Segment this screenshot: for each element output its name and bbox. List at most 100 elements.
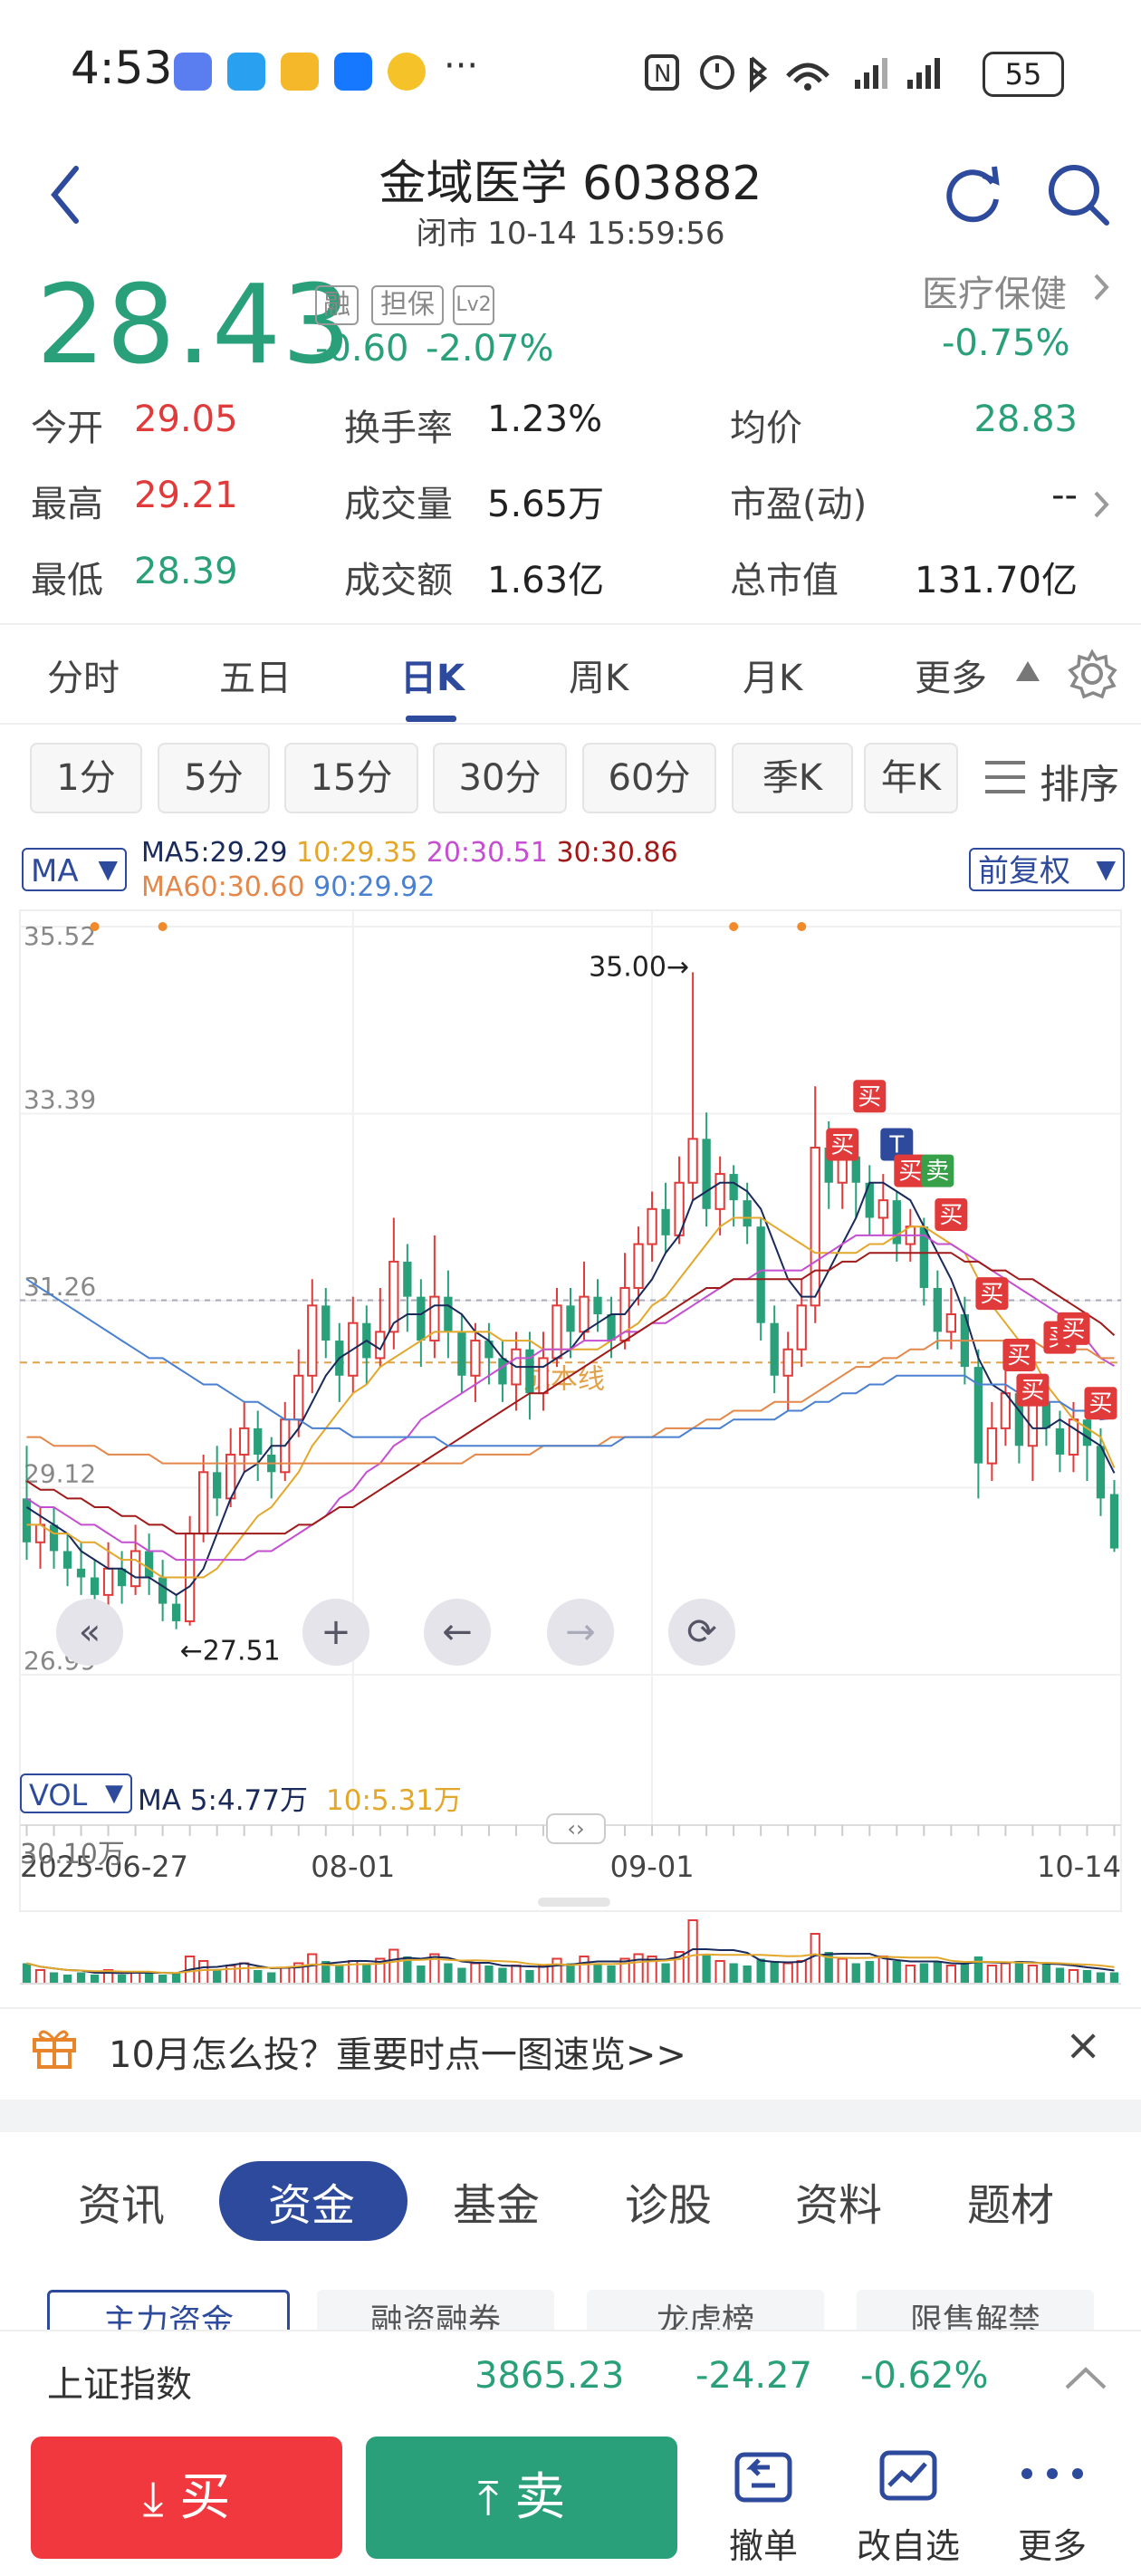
volume-bar <box>782 1962 793 1985</box>
tab-five-day[interactable]: 五日 <box>219 649 292 701</box>
chevron-right-icon[interactable] <box>1092 489 1110 520</box>
candle-body <box>239 1427 250 1456</box>
watchlist-icon[interactable] <box>877 2446 940 2509</box>
buy-button[interactable]: ⤓ 买 <box>31 2437 342 2559</box>
subtab-unlock[interactable]: 限售解禁 <box>857 2290 1094 2330</box>
alipay-notification-icon <box>334 53 372 91</box>
sell-button[interactable]: ⤒ 卖 <box>366 2437 677 2559</box>
period-60min[interactable]: 60分 <box>582 743 716 813</box>
candle-body <box>129 1550 141 1588</box>
trade-signal-marker: 买 <box>935 1198 968 1232</box>
tab-diagnosis[interactable]: 诊股 <box>625 2169 712 2233</box>
period-year[interactable]: 年K <box>864 743 958 813</box>
volume-bar <box>280 1966 291 1985</box>
refresh-icon[interactable] <box>942 163 1005 226</box>
current-price: 28.43 <box>36 263 352 389</box>
candle-body <box>293 1374 304 1421</box>
subtab-margin[interactable]: 融资融券 <box>317 2290 554 2330</box>
buy-label: 买 <box>179 2468 231 2527</box>
gear-icon[interactable] <box>1067 649 1117 699</box>
candle-body <box>498 1358 507 1385</box>
candle-body <box>810 1147 820 1307</box>
tab-topics[interactable]: 题材 <box>967 2169 1054 2233</box>
cancel-order-icon[interactable] <box>732 2446 795 2509</box>
candle-body <box>796 1304 807 1350</box>
volume-bar <box>525 1970 534 1984</box>
chart-scroll-handle-label: ‹› <box>567 1816 584 1841</box>
quote-field-label: 总市值 <box>730 560 839 601</box>
quote-field-value: 29.05 <box>134 399 238 440</box>
volume-bar <box>498 1967 507 1984</box>
more-label[interactable]: 更多 <box>989 2518 1116 2568</box>
volume-bar <box>633 1953 644 1985</box>
candle-body <box>782 1348 793 1377</box>
tab-more[interactable]: 更多 <box>915 649 987 701</box>
period-15min[interactable]: 15分 <box>284 743 418 813</box>
index-value: 3865.23 <box>475 2355 625 2397</box>
rotate-button[interactable]: ⟳ <box>668 1599 735 1666</box>
period-quarter[interactable]: 季K <box>732 743 853 813</box>
trade-signal-marker: 买 <box>975 1277 1009 1311</box>
period-1min[interactable]: 1分 <box>30 743 142 813</box>
tab-fund[interactable]: 基金 <box>453 2169 540 2233</box>
candle-body <box>702 1139 711 1209</box>
volume-bar <box>444 1963 453 1984</box>
tab-daily-k[interactable]: 日K <box>400 649 465 701</box>
sort-button[interactable]: 排序 <box>1040 752 1119 810</box>
volume-bar <box>254 1970 263 1984</box>
signal-label: 买 <box>1021 1378 1044 1405</box>
tab-capital[interactable]: 资金 <box>268 2169 355 2233</box>
candle-body <box>661 1208 670 1235</box>
subtab-main-capital[interactable]: 主力资金 <box>47 2290 290 2330</box>
volume-bar <box>714 1960 725 1985</box>
volume-bar <box>865 1961 874 1984</box>
volume-bar <box>22 1963 32 1984</box>
volume-indicator-selector[interactable]: VOL ▼ <box>20 1773 132 1813</box>
candle-body <box>633 1243 644 1289</box>
close-banner-button[interactable]: × <box>1065 2020 1101 2071</box>
mail-notification-icon <box>281 53 319 91</box>
more-dots-icon[interactable] <box>1018 2460 1087 2487</box>
index-bar[interactable]: 上证指数 3865.23 -24.27 -0.62% <box>0 2330 1141 2422</box>
cancel-order-label[interactable]: 撤单 <box>700 2518 827 2568</box>
volume-bar <box>239 1962 250 1985</box>
quote-field-label: 成交额 <box>344 560 453 601</box>
tab-news[interactable]: 资讯 <box>78 2169 165 2233</box>
scroll-right-button[interactable]: → <box>547 1599 614 1666</box>
tab-profile[interactable]: 资料 <box>795 2169 882 2233</box>
trade-signal-marker: 买 <box>1016 1373 1050 1407</box>
candle-body <box>933 1287 942 1332</box>
search-icon[interactable] <box>1045 161 1112 228</box>
tab-weekly-k[interactable]: 周K <box>569 649 628 701</box>
candle-body <box>566 1305 575 1332</box>
volume-bar <box>158 1975 168 1984</box>
jump-start-button[interactable]: « <box>56 1599 123 1666</box>
candle-body <box>986 1427 998 1465</box>
sector-name[interactable]: 医疗保健 <box>922 264 1067 317</box>
candle-body <box>417 1296 426 1341</box>
top-header: 金域医学 603882 闭市 10-14 15:59:56 <box>0 136 1141 254</box>
sell-arrow-icon: ⤒ <box>477 2472 499 2526</box>
volume-bar <box>661 1963 670 1984</box>
zoom-in-button[interactable]: + <box>302 1599 369 1666</box>
tab-monthly-k[interactable]: 月K <box>743 649 802 701</box>
candle-body <box>1082 1419 1092 1447</box>
watchlist-label[interactable]: 改自选 <box>845 2518 972 2568</box>
volume-bar <box>362 1963 371 1984</box>
candle-body <box>1068 1418 1079 1456</box>
candle-body <box>756 1226 765 1323</box>
status-time: 4:53 <box>71 42 173 94</box>
volume-bar <box>1014 1961 1024 1984</box>
vol-max-label: 30.10万 <box>20 1839 125 1870</box>
tab-intraday[interactable]: 分时 <box>47 649 120 701</box>
scroll-left-button[interactable]: ← <box>424 1599 491 1666</box>
period-30min[interactable]: 30分 <box>433 743 567 813</box>
candle-body <box>254 1427 263 1455</box>
collateral-tag: 担保 <box>371 285 444 325</box>
candle-body <box>973 1367 983 1464</box>
vol-ma5: MA 5:4.77万 <box>138 1784 308 1817</box>
subtab-dragon-tiger[interactable]: 龙虎榜 <box>587 2290 824 2330</box>
candle-body <box>307 1304 318 1377</box>
banner-text[interactable]: 10月怎么投？重要时点一图速览>> <box>109 2025 686 2078</box>
period-5min[interactable]: 5分 <box>158 743 270 813</box>
